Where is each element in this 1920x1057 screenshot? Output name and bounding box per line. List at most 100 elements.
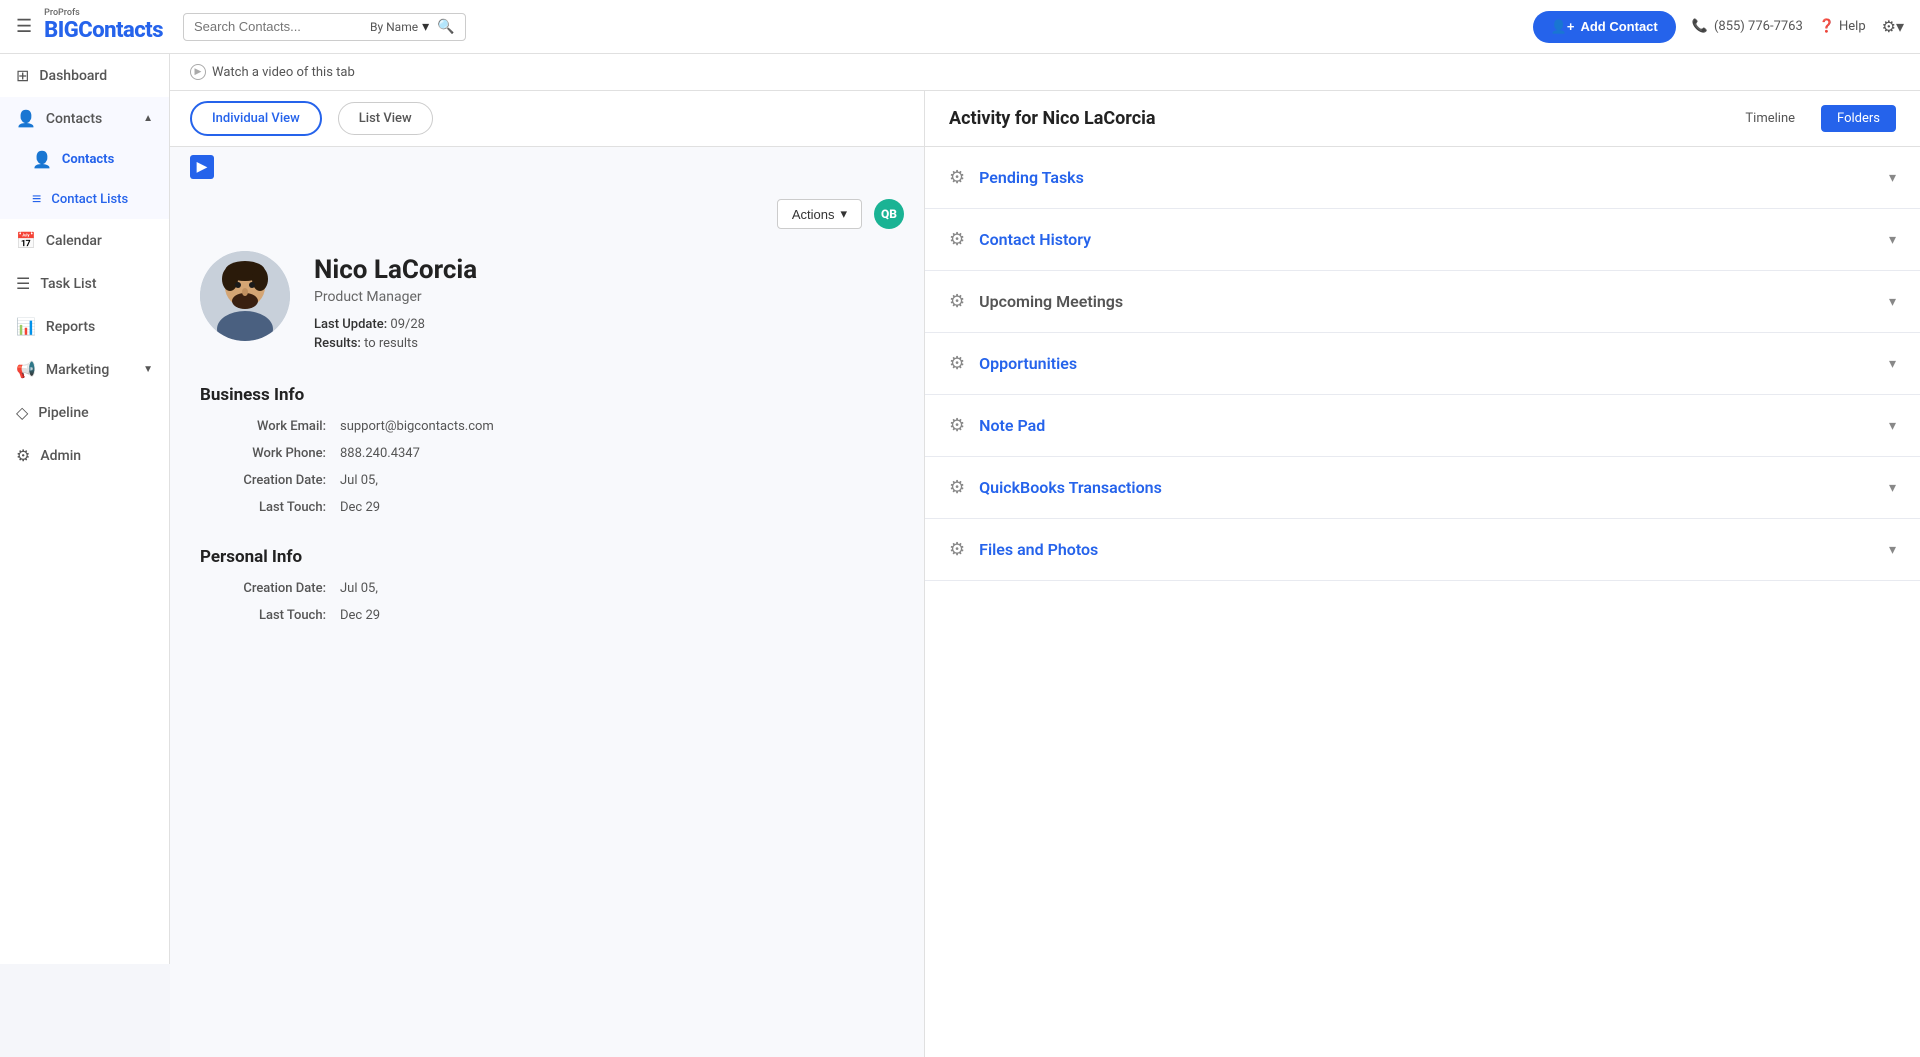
add-contact-icon: 👤+ bbox=[1551, 19, 1575, 35]
contact-history-gear-icon[interactable]: ⚙ bbox=[949, 229, 965, 250]
sidebar-item-reports[interactable]: 📊 Reports bbox=[0, 305, 169, 348]
tab-list-view[interactable]: List View bbox=[338, 102, 433, 135]
admin-icon: ⚙ bbox=[16, 446, 30, 465]
tab-individual-view[interactable]: Individual View bbox=[190, 101, 322, 136]
sidebar-item-contacts-group[interactable]: 👤 Contacts ▲ bbox=[0, 97, 169, 140]
sidebar-item-label: Pipeline bbox=[38, 405, 88, 421]
quickbooks-title: QuickBooks Transactions bbox=[979, 478, 1875, 497]
toolbar: ▶ Watch a video of this tab bbox=[170, 54, 1920, 91]
tab-folders[interactable]: Folders bbox=[1821, 105, 1896, 132]
search-input[interactable] bbox=[194, 19, 370, 34]
sidebar-item-label: Dashboard bbox=[39, 68, 107, 84]
contact-history-title: Contact History bbox=[979, 230, 1875, 249]
settings-icon[interactable]: ⚙▾ bbox=[1882, 17, 1904, 36]
upcoming-meetings-chevron-icon[interactable]: ▾ bbox=[1889, 294, 1896, 310]
upcoming-meetings-gear-icon[interactable]: ⚙ bbox=[949, 291, 965, 312]
marketing-icon: 📢 bbox=[16, 360, 36, 379]
files-photos-gear-icon[interactable]: ⚙ bbox=[949, 539, 965, 560]
quickbooks-chevron-icon[interactable]: ▾ bbox=[1889, 480, 1896, 496]
contact-actions-bar: Actions ▾ QB bbox=[170, 187, 924, 241]
contact-history-chevron-icon[interactable]: ▾ bbox=[1889, 232, 1896, 248]
nav-arrow[interactable]: ▶ bbox=[190, 155, 214, 179]
chevron-down-icon: ▼ bbox=[143, 364, 153, 375]
sidebar-item-label: Task List bbox=[40, 276, 96, 292]
sidebar-item-task-list[interactable]: ☰ Task List bbox=[0, 262, 169, 305]
phone-icon: 📞 bbox=[1692, 19, 1708, 34]
contact-name: Nico LaCorcia bbox=[314, 255, 477, 285]
contact-job-title: Product Manager bbox=[314, 289, 477, 305]
accordion-pending-tasks-header[interactable]: ⚙ Pending Tasks ▾ bbox=[925, 147, 1920, 208]
play-icon: ▶ bbox=[190, 64, 206, 80]
contact-meta: Last Update: 09/28 Results: to results bbox=[314, 317, 477, 351]
last-touch-row: Last Touch: Dec 29 bbox=[200, 494, 894, 521]
note-pad-chevron-icon[interactable]: ▾ bbox=[1889, 418, 1896, 434]
personal-creation-date-row: Creation Date: Jul 05, bbox=[200, 575, 894, 602]
sidebar-item-label: Admin bbox=[40, 448, 81, 464]
sidebar-item-calendar[interactable]: 📅 Calendar bbox=[0, 219, 169, 262]
watch-video-link[interactable]: ▶ Watch a video of this tab bbox=[190, 64, 355, 80]
sidebar-item-contacts[interactable]: 👤 Contacts bbox=[0, 140, 169, 179]
accordion-contact-history-header[interactable]: ⚙ Contact History ▾ bbox=[925, 209, 1920, 270]
creation-date-value: Jul 05, bbox=[340, 473, 378, 488]
contacts-sub-icon: 👤 bbox=[32, 150, 52, 169]
top-navigation: ☰ ProProfs BIGContacts By Name ▾ 🔍 👤+ Ad… bbox=[0, 0, 1920, 54]
last-update-value: 09/28 bbox=[390, 317, 425, 332]
creation-date-row: Creation Date: Jul 05, bbox=[200, 467, 894, 494]
work-phone-row: Work Phone: 888.240.4347 bbox=[200, 440, 894, 467]
accordion-upcoming-meetings: ⚙ Upcoming Meetings ▾ bbox=[925, 271, 1920, 333]
search-by-chevron-icon[interactable]: ▾ bbox=[422, 19, 429, 35]
search-by-label[interactable]: By Name bbox=[370, 20, 418, 34]
menu-icon[interactable]: ☰ bbox=[16, 16, 32, 37]
sidebar-item-label: Marketing bbox=[46, 362, 109, 378]
sidebar-item-dashboard[interactable]: ⊞ Dashboard bbox=[0, 54, 169, 97]
accordion-pending-tasks: ⚙ Pending Tasks ▾ bbox=[925, 147, 1920, 209]
topnav-right: 👤+ Add Contact 📞 (855) 776-7763 ❓ Help ⚙… bbox=[1533, 11, 1904, 43]
work-email-row: Work Email: support@bigcontacts.com bbox=[200, 413, 894, 440]
sidebar-item-marketing[interactable]: 📢 Marketing ▼ bbox=[0, 348, 169, 391]
sidebar-item-admin[interactable]: ⚙ Admin bbox=[0, 434, 169, 477]
opportunities-title: Opportunities bbox=[979, 354, 1875, 373]
opportunities-gear-icon[interactable]: ⚙ bbox=[949, 353, 965, 374]
accordion-quickbooks-header[interactable]: ⚙ QuickBooks Transactions ▾ bbox=[925, 457, 1920, 518]
accordion-files-photos-header[interactable]: ⚙ Files and Photos ▾ bbox=[925, 519, 1920, 580]
quickbooks-icon[interactable]: QB bbox=[874, 199, 904, 229]
contact-lists-icon: ≡ bbox=[32, 189, 41, 209]
accordion-note-pad-header[interactable]: ⚙ Note Pad ▾ bbox=[925, 395, 1920, 456]
help-link[interactable]: ❓ Help bbox=[1819, 19, 1866, 34]
work-email-value: support@bigcontacts.com bbox=[340, 419, 494, 434]
last-touch-label: Last Touch: bbox=[200, 500, 340, 515]
note-pad-gear-icon[interactable]: ⚙ bbox=[949, 415, 965, 436]
contact-profile: Nico LaCorcia Product Manager Last Updat… bbox=[170, 241, 924, 375]
task-list-icon: ☰ bbox=[16, 274, 30, 293]
files-photos-chevron-icon[interactable]: ▾ bbox=[1889, 542, 1896, 558]
add-contact-button[interactable]: 👤+ Add Contact bbox=[1533, 11, 1676, 43]
results-label: Results: bbox=[314, 336, 361, 351]
work-phone-label: Work Phone: bbox=[200, 446, 340, 461]
opportunities-chevron-icon[interactable]: ▾ bbox=[1889, 356, 1896, 372]
work-email-label: Work Email: bbox=[200, 419, 340, 434]
sidebar-item-contact-lists[interactable]: ≡ Contact Lists bbox=[0, 179, 169, 219]
search-icon[interactable]: 🔍 bbox=[437, 19, 454, 35]
personal-last-touch-row: Last Touch: Dec 29 bbox=[200, 602, 894, 629]
phone-link[interactable]: 📞 (855) 776-7763 bbox=[1692, 19, 1803, 34]
sidebar: ⊞ Dashboard 👤 Contacts ▲ 👤 Contacts ≡ Co… bbox=[0, 54, 170, 964]
accordion-quickbooks-transactions: ⚙ QuickBooks Transactions ▾ bbox=[925, 457, 1920, 519]
files-photos-title: Files and Photos bbox=[979, 540, 1875, 559]
accordion-upcoming-meetings-header[interactable]: ⚙ Upcoming Meetings ▾ bbox=[925, 271, 1920, 332]
last-touch-value: Dec 29 bbox=[340, 500, 380, 515]
note-pad-title: Note Pad bbox=[979, 416, 1875, 435]
tab-timeline[interactable]: Timeline bbox=[1729, 105, 1811, 132]
calendar-icon: 📅 bbox=[16, 231, 36, 250]
sidebar-item-pipeline[interactable]: ◇ Pipeline bbox=[0, 391, 169, 434]
watch-video-label: Watch a video of this tab bbox=[212, 65, 355, 80]
main-content: ▶ Watch a video of this tab Individual V… bbox=[170, 54, 1920, 1057]
pending-tasks-gear-icon[interactable]: ⚙ bbox=[949, 167, 965, 188]
dashboard-icon: ⊞ bbox=[16, 66, 29, 85]
logo: ProProfs BIGContacts bbox=[44, 9, 163, 43]
accordion-opportunities-header[interactable]: ⚙ Opportunities ▾ bbox=[925, 333, 1920, 394]
actions-button[interactable]: Actions ▾ bbox=[777, 199, 862, 229]
sidebar-item-label: Contacts bbox=[62, 152, 114, 167]
pending-tasks-chevron-icon[interactable]: ▾ bbox=[1889, 170, 1896, 186]
activity-title: Activity for Nico LaCorcia bbox=[949, 108, 1155, 129]
quickbooks-gear-icon[interactable]: ⚙ bbox=[949, 477, 965, 498]
